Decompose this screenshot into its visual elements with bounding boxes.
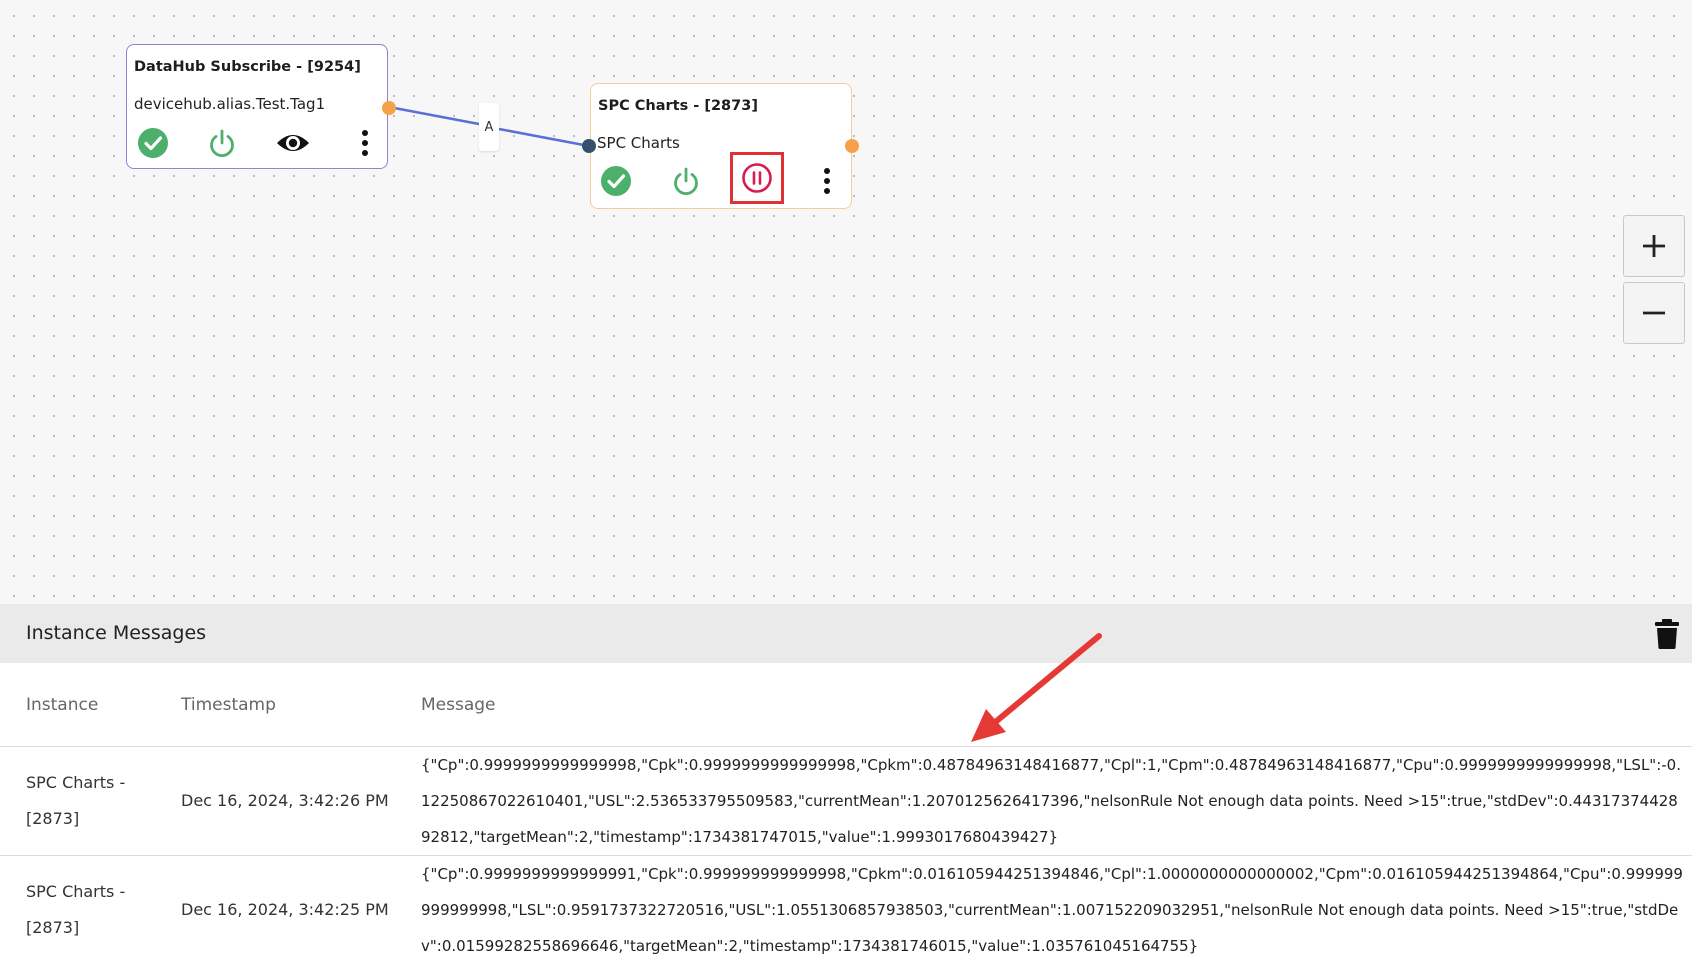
node-title: SPC Charts - [2873] (598, 98, 758, 114)
cell-timestamp: Dec 16, 2024, 3:42:26 PM (181, 791, 389, 810)
output-port[interactable] (382, 101, 396, 115)
minus-icon (1643, 311, 1665, 315)
node-title: DataHub Subscribe - [9254] (134, 59, 361, 75)
node-actions (127, 125, 387, 165)
plus-icon (1643, 235, 1665, 257)
edge-line-right (498, 127, 590, 148)
column-header-timestamp: Timestamp (181, 695, 276, 715)
power-icon[interactable] (668, 163, 704, 199)
input-port[interactable] (582, 139, 596, 153)
cell-timestamp: Dec 16, 2024, 3:42:25 PM (181, 900, 389, 919)
node-actions (591, 152, 851, 204)
edge-line-left (388, 105, 480, 126)
cell-message: {"Cp":0.9999999999999991,"Cpk":0.9999999… (421, 865, 1683, 955)
cell-instance: SPC Charts - [2873] (26, 773, 126, 828)
node-subtitle: SPC Charts (597, 134, 680, 152)
column-header-message: Message (421, 695, 496, 715)
more-vertical-icon[interactable] (809, 163, 845, 199)
eye-icon[interactable] (275, 125, 311, 161)
check-circle-icon[interactable] (135, 125, 171, 161)
delete-messages-button[interactable] (1654, 618, 1680, 650)
column-header-instance: Instance (26, 695, 99, 715)
check-circle-icon[interactable] (598, 163, 634, 199)
power-icon[interactable] (204, 125, 240, 161)
cell-message: {"Cp":0.9999999999999998,"Cpk":0.9999999… (421, 756, 1681, 846)
table-row[interactable]: SPC Charts - [2873] Dec 16, 2024, 3:42:2… (0, 746, 1692, 855)
pause-button[interactable] (730, 152, 784, 204)
output-port[interactable] (845, 139, 859, 153)
trash-icon (1655, 619, 1679, 649)
panel-title: Instance Messages (26, 622, 207, 644)
messages-table: Instance Timestamp Message SPC Charts - … (0, 663, 1692, 965)
edge-label[interactable]: A (479, 103, 499, 151)
pause-circle-icon (742, 163, 772, 193)
node-subtitle: devicehub.alias.Test.Tag1 (134, 95, 326, 113)
cell-instance: SPC Charts - [2873] (26, 882, 126, 937)
table-row[interactable]: SPC Charts - [2873] Dec 16, 2024, 3:42:2… (0, 855, 1692, 965)
node-datahub-subscribe[interactable]: DataHub Subscribe - [9254] devicehub.ali… (126, 44, 388, 169)
node-spc-charts[interactable]: SPC Charts - [2873] SPC Charts (590, 83, 852, 209)
instance-messages-header: Instance Messages (0, 604, 1692, 663)
zoom-out-button[interactable] (1623, 282, 1685, 344)
more-vertical-icon[interactable] (347, 125, 383, 161)
zoom-in-button[interactable] (1623, 215, 1685, 277)
flow-canvas[interactable]: A DataHub Subscribe - [9254] devicehub.a… (0, 0, 1692, 604)
